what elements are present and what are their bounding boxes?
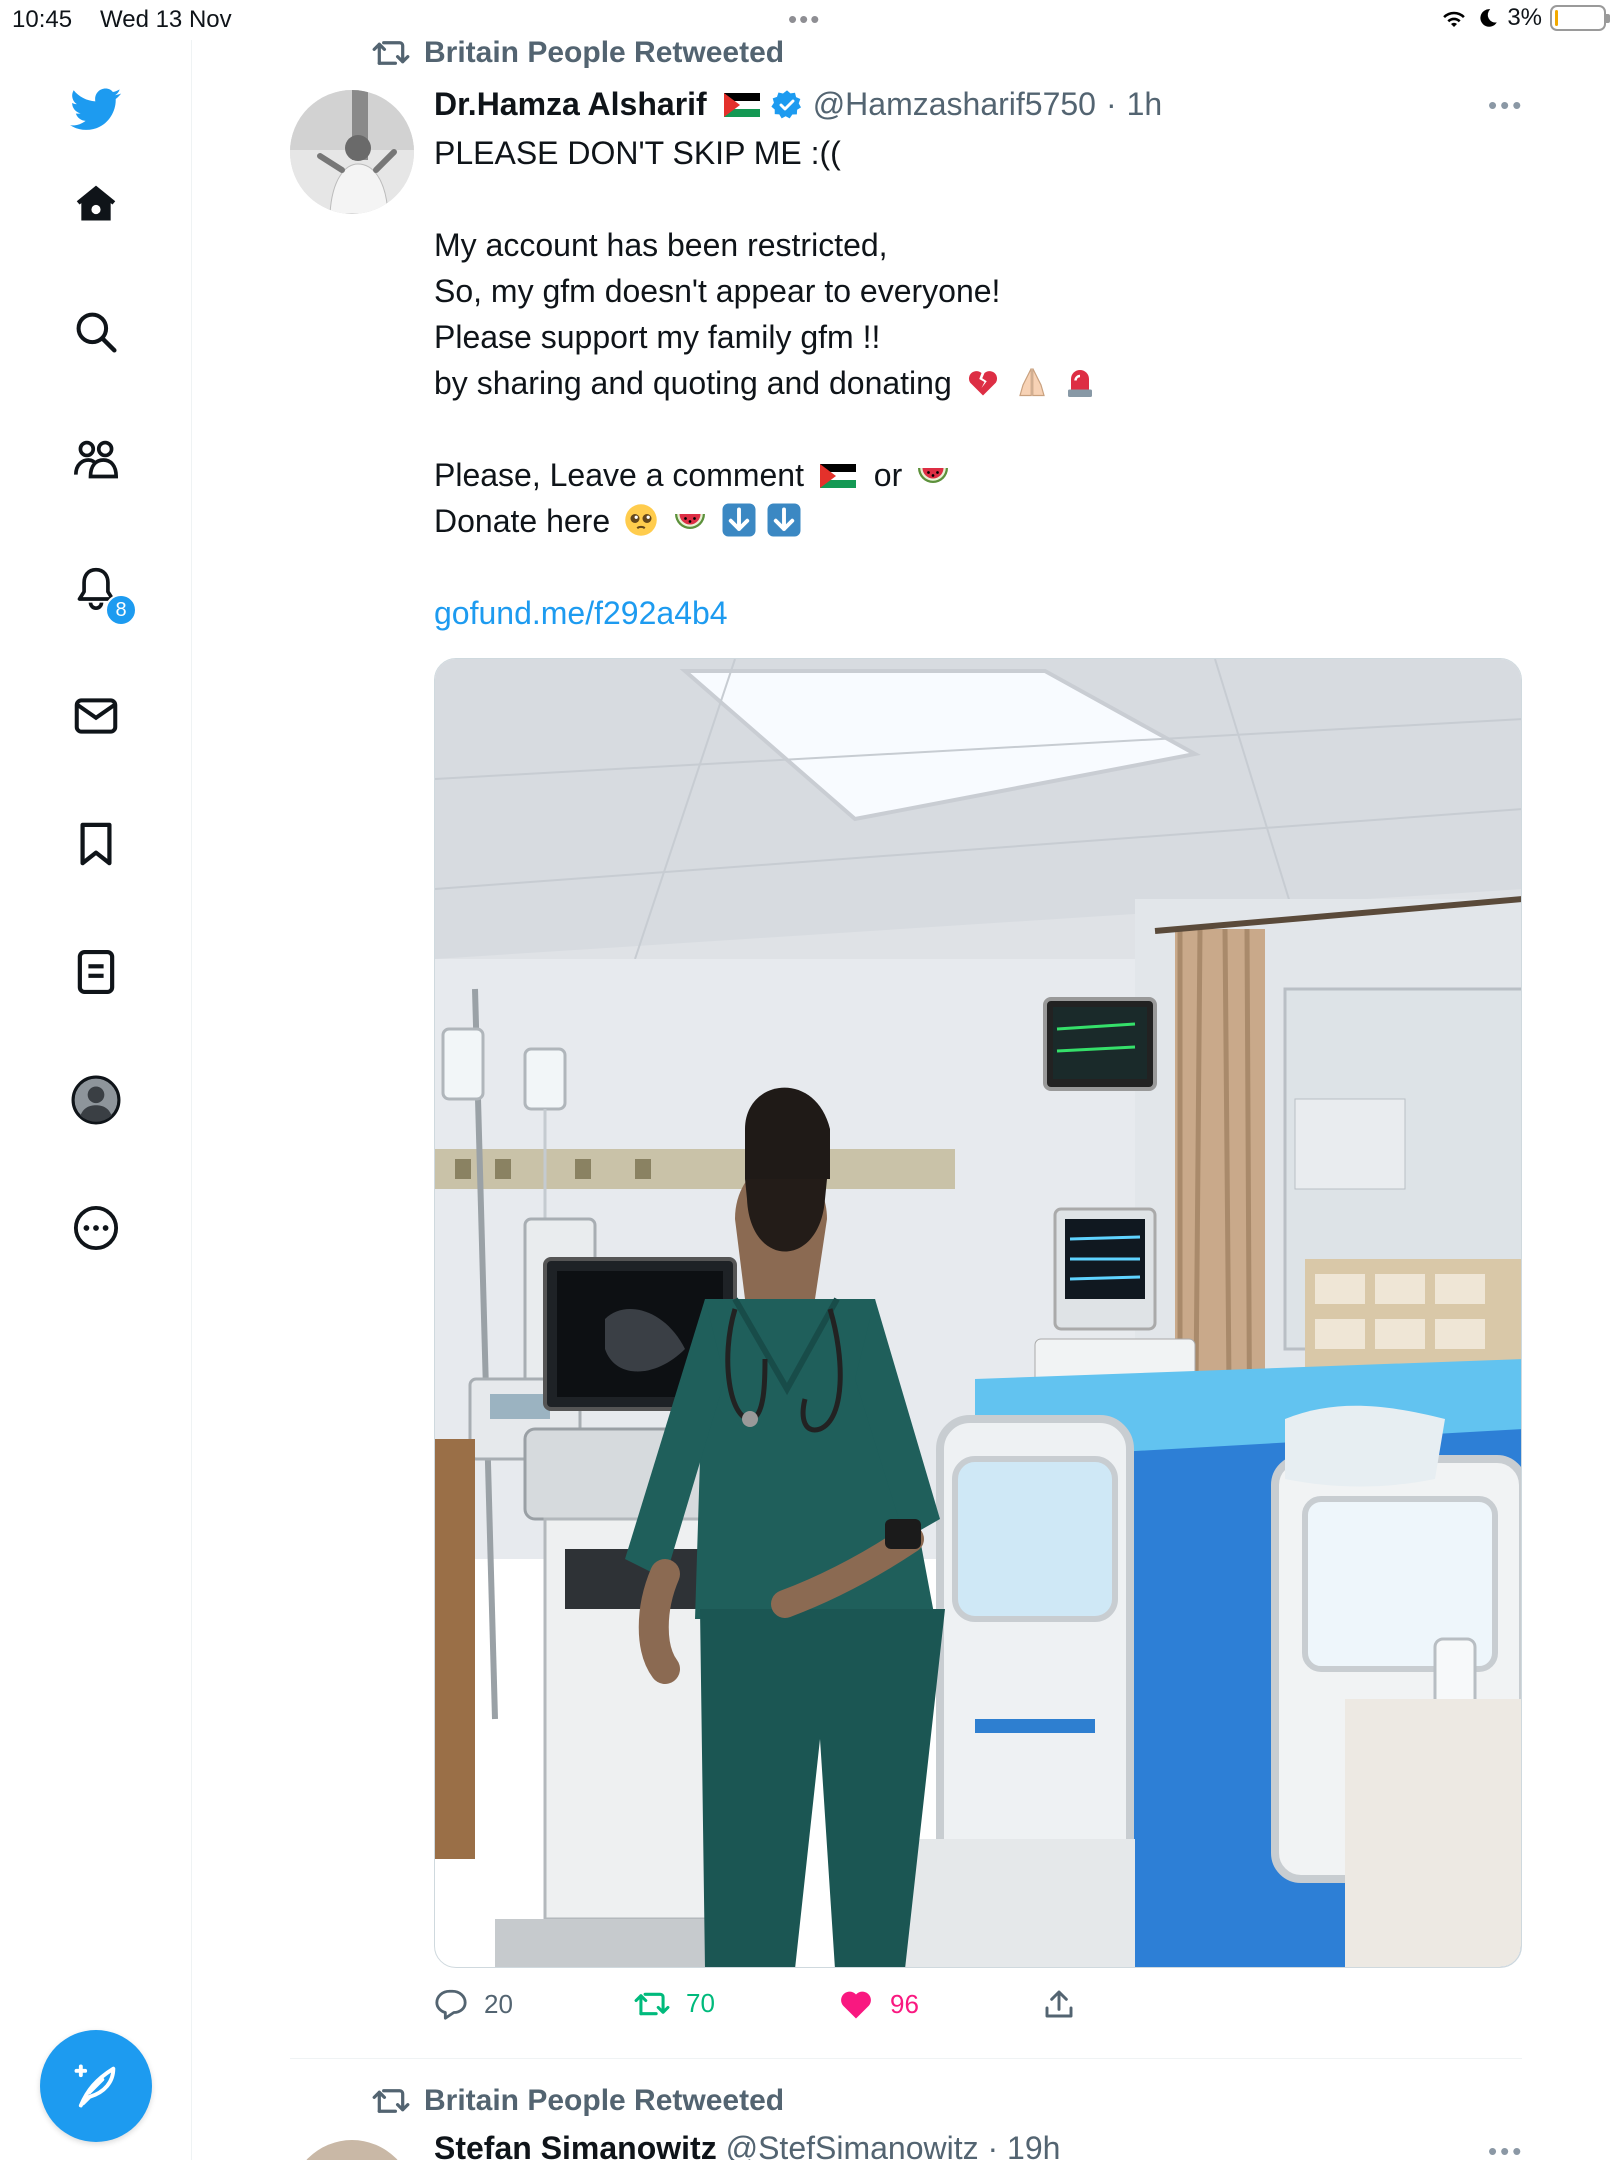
profile-icon[interactable]: [70, 1074, 122, 1126]
sidebar-nav: 8: [0, 40, 192, 2160]
lists-icon[interactable]: [70, 946, 122, 998]
like-count: 96: [890, 1988, 919, 2019]
battery-percent: 3%: [1507, 4, 1542, 31]
pleading-face-icon: [625, 504, 657, 536]
more-circle-icon[interactable]: [70, 1202, 122, 1254]
tweet-line: Please support my family gfm !!: [434, 319, 881, 355]
status-indicators: 3%: [1439, 4, 1610, 32]
status-time: 10:45: [12, 6, 73, 33]
tweet-more-options-icon[interactable]: •••: [1488, 2136, 1524, 2160]
tweet-line-donate: Donate here: [434, 498, 1514, 544]
retweet-icon: [634, 1992, 670, 2015]
reply-icon: [435, 1989, 467, 2020]
author-name[interactable]: Stefan Simanowitz: [434, 2130, 717, 2160]
tweet-line: Donate here: [434, 503, 611, 539]
tweet-line: My account has been restricted,: [434, 227, 888, 263]
retweet-button[interactable]: 70: [634, 1988, 715, 2019]
reply-count: 20: [484, 1988, 513, 2019]
status-date: Wed 13 Nov: [100, 6, 232, 33]
retweeted-by[interactable]: Britain People Retweeted: [424, 36, 784, 70]
author-name[interactable]: Dr.Hamza Alsharif: [434, 86, 707, 123]
folded-hands-icon: [1018, 368, 1045, 397]
tweet-line: So, my gfm doesn't appear to everyone!: [434, 273, 1001, 309]
watermelon-icon: [918, 468, 949, 483]
multitasking-dots-icon[interactable]: •••: [788, 4, 821, 35]
search-icon[interactable]: [70, 306, 122, 358]
author-handle[interactable]: @StefSimanowitz: [726, 2130, 979, 2160]
compose-feather-icon: [74, 2064, 116, 2108]
broken-heart-icon: [968, 371, 997, 396]
battery-icon: [1550, 5, 1610, 31]
watermelon-icon: [674, 514, 705, 529]
communities-icon[interactable]: [70, 434, 122, 486]
wifi-icon: [1443, 11, 1466, 27]
bookmarks-icon[interactable]: [70, 818, 122, 870]
verified-badge-icon: [771, 89, 801, 118]
tweet-author-row: Dr.Hamza Alsharif @Hamzasharif5750 · 1h: [434, 86, 1162, 123]
tweet-line-comment: Please, Leave a comment or: [434, 452, 1514, 498]
tweet-line: PLEASE DON'T SKIP ME :((: [434, 135, 841, 171]
retweet-context: Britain People Retweeted: [372, 2084, 784, 2118]
status-bar: 10:45 Wed 13 Nov ••• 3%: [0, 0, 1620, 40]
retweet-context: Britain People Retweeted: [372, 36, 784, 70]
tweet-line: Please, Leave a comment: [434, 457, 804, 493]
avatar[interactable]: [290, 2140, 414, 2160]
share-button[interactable]: [1044, 1988, 1074, 2020]
do-not-disturb-moon-icon: [1480, 9, 1498, 27]
tweet-divider: [290, 2058, 1522, 2059]
retweet-icon: [372, 2089, 410, 2113]
avatar[interactable]: [290, 90, 414, 214]
home-icon[interactable]: [70, 178, 122, 230]
heart-icon: [841, 1991, 871, 2019]
like-button[interactable]: 96: [838, 1988, 919, 2020]
separator-dot: ·: [987, 2130, 999, 2160]
tweet-more-options-icon[interactable]: •••: [1488, 90, 1524, 121]
police-light-icon: [1068, 370, 1093, 397]
tweet-text: PLEASE DON'T SKIP ME :(( My account has …: [434, 130, 1514, 636]
tweet-photo[interactable]: [434, 658, 1522, 1968]
notifications-badge: 8: [105, 594, 137, 626]
tweet-line-donating: by sharing and quoting and donating: [434, 360, 1514, 406]
reply-button[interactable]: 20: [434, 1988, 513, 2020]
retweeted-by[interactable]: Britain People Retweeted: [424, 2084, 784, 2118]
palestine-flag-icon: [723, 92, 760, 117]
author-handle[interactable]: @Hamzasharif5750: [813, 86, 1096, 123]
retweet-icon: [372, 41, 410, 65]
battery-level-fill: [1555, 10, 1558, 26]
down-arrow-icon: [722, 503, 756, 537]
or-word: or: [873, 457, 903, 493]
down-arrow-icon: [767, 503, 801, 537]
twitter-logo-icon[interactable]: [70, 84, 122, 136]
messages-icon[interactable]: [70, 690, 122, 742]
share-icon: [1045, 1990, 1073, 2018]
separator-dot: ·: [1105, 86, 1117, 122]
retweet-count: 70: [686, 1988, 715, 2018]
palestine-flag-icon: [819, 464, 856, 488]
compose-button[interactable]: [40, 2030, 152, 2142]
tweet-time[interactable]: 19h: [1007, 2130, 1060, 2160]
tweet-actions: 20 70 96: [434, 1988, 1094, 2028]
tweet-time[interactable]: 1h: [1127, 86, 1163, 123]
tweet-author-row: Stefan Simanowitz @StefSimanowitz · 19h: [434, 2130, 1060, 2160]
tweet-line: by sharing and quoting and donating: [434, 365, 952, 401]
gofundme-link[interactable]: gofund.me/f292a4b4: [434, 595, 728, 631]
